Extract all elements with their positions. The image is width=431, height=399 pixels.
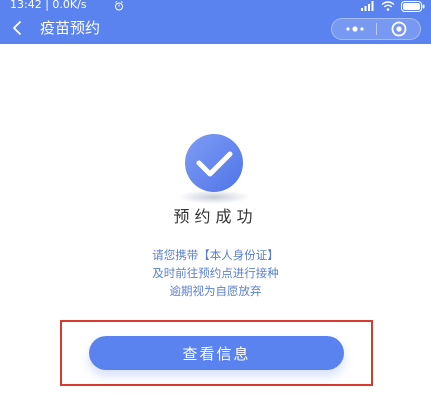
more-dots-icon[interactable] — [342, 20, 368, 38]
status-bar: 13:42 | 0.0K/s — [0, 0, 431, 12]
view-info-button[interactable]: 查看信息 — [89, 336, 344, 370]
capsule-divider — [376, 23, 377, 35]
check-circle-icon — [178, 134, 250, 204]
signal-icon — [361, 1, 374, 11]
nav-bar: 疫苗预约 — [0, 12, 431, 44]
wifi-icon — [381, 1, 395, 11]
status-time: 13:42 | 0.0K/s — [10, 0, 87, 11]
status-icons — [361, 0, 425, 12]
notice-line: 及时前往预约点进行接种 — [152, 266, 279, 280]
target-icon[interactable] — [390, 20, 408, 38]
success-title: 预约成功 — [173, 207, 258, 226]
battery-icon — [401, 0, 425, 12]
top-header: 13:42 | 0.0K/s 疫苗预约 — [0, 0, 431, 44]
mini-program-capsule — [331, 18, 421, 40]
notice-line: 请您携带【本人身份证】 — [152, 248, 279, 262]
notice-line: 逾期视为自愿放弃 — [169, 284, 262, 298]
chevron-left-icon[interactable] — [10, 20, 26, 36]
page-title: 疫苗预约 — [40, 19, 101, 37]
